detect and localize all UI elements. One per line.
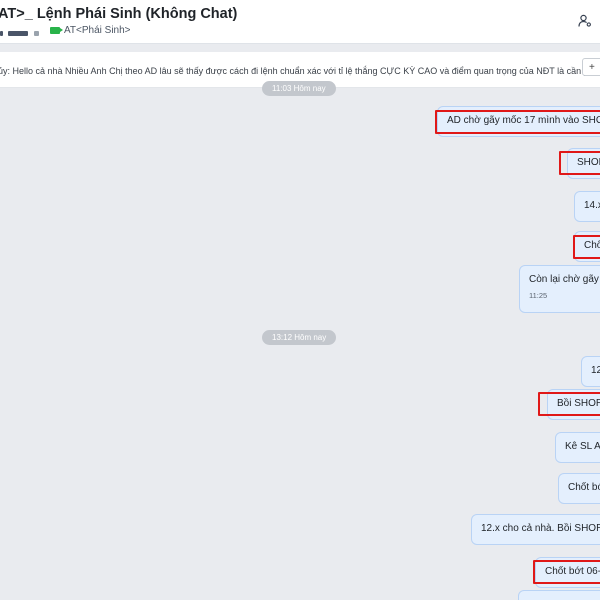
- person-settings-icon[interactable]: [576, 12, 594, 30]
- message-list[interactable]: 11:03 Hôm nay AD chờ gãy mốc 17 mình vào…: [0, 81, 600, 600]
- highlight-box: [533, 560, 600, 584]
- pinned-message-text: ủy: Hello cả nhà Nhiều Anh Chị theo AD l…: [0, 66, 600, 76]
- message-text: 12.x cho cả nhà. Bồi SHORT: [481, 523, 600, 534]
- conversation-tag[interactable]: AT<Phái Sinh>: [50, 25, 131, 36]
- message-bubble[interactable]: 12.x: [581, 356, 600, 387]
- message-text: 12.x: [591, 365, 600, 376]
- tag-icon: [50, 27, 63, 34]
- message-bubble[interactable]: 14.x: [574, 191, 600, 222]
- avatar-dot: [0, 31, 3, 36]
- message-time: 11:25: [529, 291, 548, 300]
- message-text: Còn lại chờ gãy 1: [529, 274, 600, 285]
- person-settings-icon: [578, 14, 591, 27]
- highlight-box: [538, 392, 600, 416]
- message-text: Kê SL AL: [565, 441, 600, 452]
- highlight-box: [435, 110, 600, 134]
- message-bubble-partial[interactable]: [518, 590, 600, 600]
- message-bubble[interactable]: Kê SL AL: [555, 432, 600, 463]
- pinned-more-button[interactable]: +: [582, 58, 600, 76]
- conversation-title: AT>_ Lệnh Phái Sinh (Không Chat): [0, 6, 238, 22]
- message-bubble[interactable]: Chốt bớt: [558, 473, 600, 504]
- highlight-box: [573, 235, 600, 259]
- conversation-header: AT>_ Lệnh Phái Sinh (Không Chat) AT<Phái…: [0, 0, 600, 44]
- avatar-dot: [8, 31, 28, 36]
- tag-label: AT<Phái Sinh>: [64, 25, 131, 36]
- time-divider: 11:03 Hôm nay: [262, 81, 336, 96]
- message-bubble[interactable]: 12.x cho cả nhà. Bồi SHORT: [471, 514, 600, 545]
- chat-app: AT>_ Lệnh Phái Sinh (Không Chat) AT<Phái…: [0, 0, 600, 600]
- time-divider: 13:12 Hôm nay: [262, 330, 337, 345]
- avatar-dot: [34, 31, 39, 36]
- message-bubble[interactable]: Còn lại chờ gãy 1 11:25: [519, 265, 600, 313]
- message-text: Chốt bớt: [568, 482, 600, 493]
- highlight-box: [559, 151, 600, 175]
- message-text: 14.x: [584, 200, 600, 211]
